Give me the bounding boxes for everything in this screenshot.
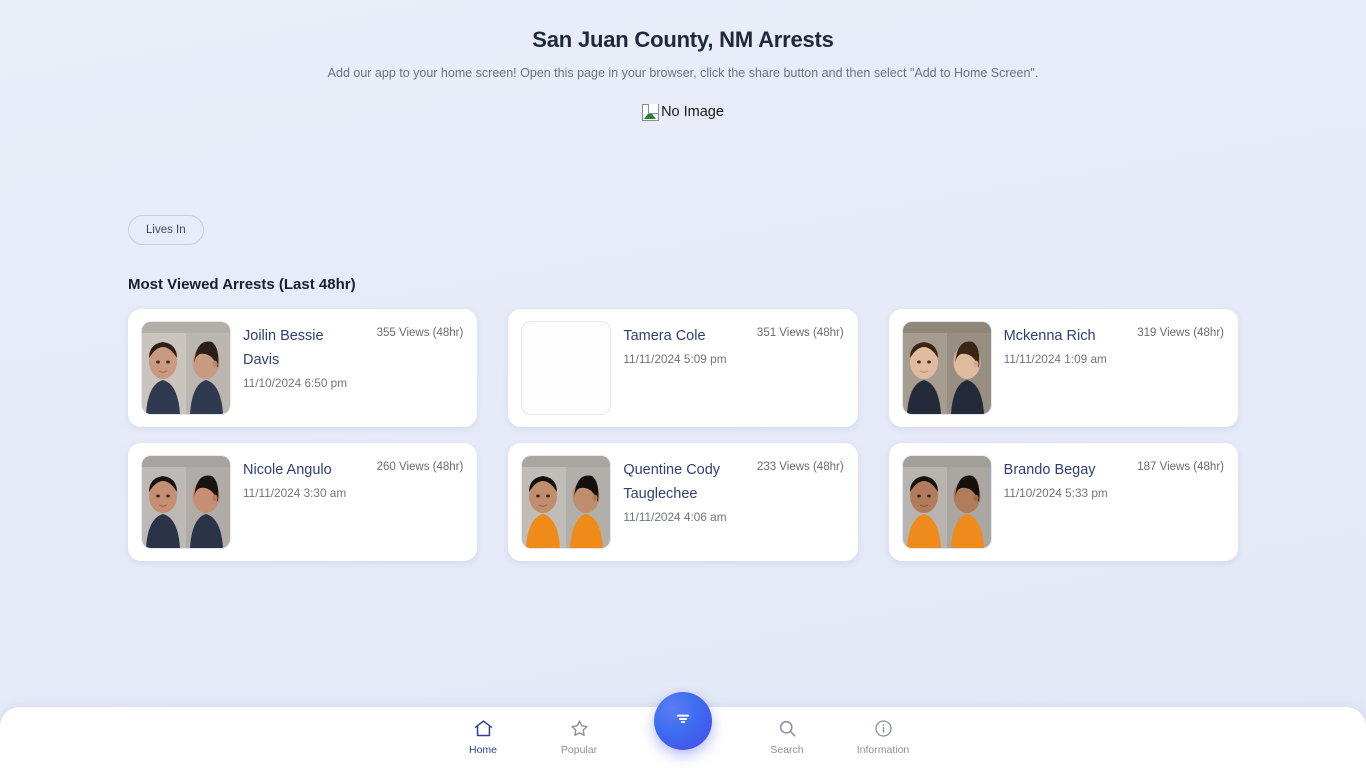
home-icon bbox=[473, 718, 494, 739]
nav-item-search[interactable]: Search bbox=[739, 707, 835, 757]
arrest-card-body: Tamera Cole 11/11/2024 5:09 pm bbox=[623, 322, 744, 368]
arrest-person-name[interactable]: Joilin Bessie Davis bbox=[243, 324, 353, 372]
mugshot-thumbnail bbox=[142, 456, 230, 548]
arrest-card[interactable]: Nicole Angulo 11/11/2024 3:30 am 260 Views… bbox=[128, 443, 478, 561]
nav-label-search: Search bbox=[770, 744, 804, 756]
arrest-view-count: 355 Views (48hr) bbox=[376, 327, 464, 339]
arrest-card-body: Quentine Cody Tauglechee 11/11/2024 4:06 … bbox=[623, 456, 744, 526]
arrest-card-grid: Joilin Bessie Davis 11/10/2024 6:50 pm 355… bbox=[0, 309, 1366, 561]
arrest-card-body: Nicole Angulo 11/11/2024 3:30 am bbox=[243, 456, 364, 502]
arrest-view-count: 260 Views (48hr) bbox=[376, 461, 464, 473]
arrest-date: 11/11/2024 3:30 am bbox=[243, 486, 347, 500]
arrest-card-body: Brando Begay 11/10/2024 5:33 pm bbox=[1004, 456, 1125, 502]
arrest-person-name[interactable]: Mckenna Rich bbox=[1004, 324, 1114, 348]
arrest-date: 11/11/2024 5:09 pm bbox=[623, 352, 727, 366]
bottom-navigation-bar: Home Popular Search Information bbox=[0, 692, 1366, 768]
nav-item-information[interactable]: Information bbox=[835, 707, 931, 757]
broken-image-placeholder: No Image bbox=[642, 103, 724, 121]
arrest-card-body: Joilin Bessie Davis 11/10/2024 6:50 pm bbox=[243, 322, 364, 392]
arrest-date: 11/11/2024 1:09 am bbox=[1003, 352, 1107, 366]
filter-icon bbox=[672, 708, 694, 735]
page-title: San Juan County, NM Arrests bbox=[532, 27, 834, 52]
filter-chip-lives-in[interactable]: Lives In bbox=[128, 215, 204, 245]
section-heading-most-viewed: Most Viewed Arrests (Last 48hr) bbox=[128, 276, 356, 293]
arrest-view-count: 187 Views (48hr) bbox=[1137, 461, 1224, 473]
nav-label-popular: Popular bbox=[560, 744, 598, 756]
page-header: San Juan County, NM Arrests Add our app … bbox=[0, 0, 1366, 81]
arrest-person-name[interactable]: Tamera Cole bbox=[623, 324, 733, 348]
nav-label-home: Home bbox=[468, 744, 497, 756]
install-prompt-text: Add our app to your home screen! Open th… bbox=[327, 66, 1039, 80]
arrest-card[interactable]: Brando Begay 11/10/2024 5:33 pm 187 Views … bbox=[888, 443, 1238, 561]
mugshot-image bbox=[522, 456, 611, 548]
arrest-person-name[interactable]: Brando Begay bbox=[1004, 458, 1114, 482]
mugshot-thumbnail bbox=[902, 456, 991, 548]
arrest-card[interactable]: Joilin Bessie Davis 11/10/2024 6:50 pm 355… bbox=[128, 309, 478, 427]
mugshot-image bbox=[902, 456, 991, 548]
mugshot-thumbnail bbox=[902, 322, 991, 414]
mugshot-image bbox=[902, 322, 991, 414]
ad-slot: No Image bbox=[0, 103, 1366, 163]
mugshot-image bbox=[142, 456, 230, 548]
arrest-date: 11/10/2024 6:50 pm bbox=[243, 376, 348, 390]
arrest-card[interactable]: Mckenna Rich 11/11/2024 1:09 am 319 Views … bbox=[888, 309, 1238, 427]
mugshot-thumbnail bbox=[142, 322, 230, 414]
arrest-date: 11/10/2024 5:33 pm bbox=[1003, 486, 1108, 500]
arrest-view-count: 233 Views (48hr) bbox=[756, 461, 844, 473]
arrest-view-count: 319 Views (48hr) bbox=[1137, 327, 1224, 339]
search-icon bbox=[777, 718, 798, 739]
arrest-view-count: 351 Views (48hr) bbox=[756, 327, 844, 339]
nav-item-popular[interactable]: Popular bbox=[531, 707, 627, 757]
star-icon bbox=[569, 718, 590, 739]
mugshot-thumbnail bbox=[522, 322, 611, 414]
arrest-card[interactable]: Quentine Cody Tauglechee 11/11/2024 4:06 … bbox=[508, 443, 858, 561]
arrest-person-name[interactable]: Quentine Cody Tauglechee bbox=[623, 458, 733, 506]
nav-label-information: Information bbox=[856, 744, 910, 756]
filter-fab-button[interactable] bbox=[654, 692, 712, 750]
nav-item-home[interactable]: Home bbox=[435, 707, 531, 757]
mugshot-thumbnail bbox=[522, 456, 611, 548]
info-icon bbox=[873, 718, 894, 739]
arrest-person-name[interactable]: Nicole Angulo bbox=[243, 458, 353, 482]
mugshot-image bbox=[142, 322, 230, 414]
filter-chip-row: Lives In bbox=[0, 215, 1366, 245]
arrest-card-body: Mckenna Rich 11/11/2024 1:09 am bbox=[1004, 322, 1125, 368]
arrest-card[interactable]: Tamera Cole 11/11/2024 5:09 pm 351 Views (… bbox=[508, 309, 858, 427]
broken-image-alt-text: No Image bbox=[661, 104, 724, 120]
broken-image-icon bbox=[642, 103, 660, 121]
arrest-date: 11/11/2024 4:06 am bbox=[623, 510, 727, 524]
